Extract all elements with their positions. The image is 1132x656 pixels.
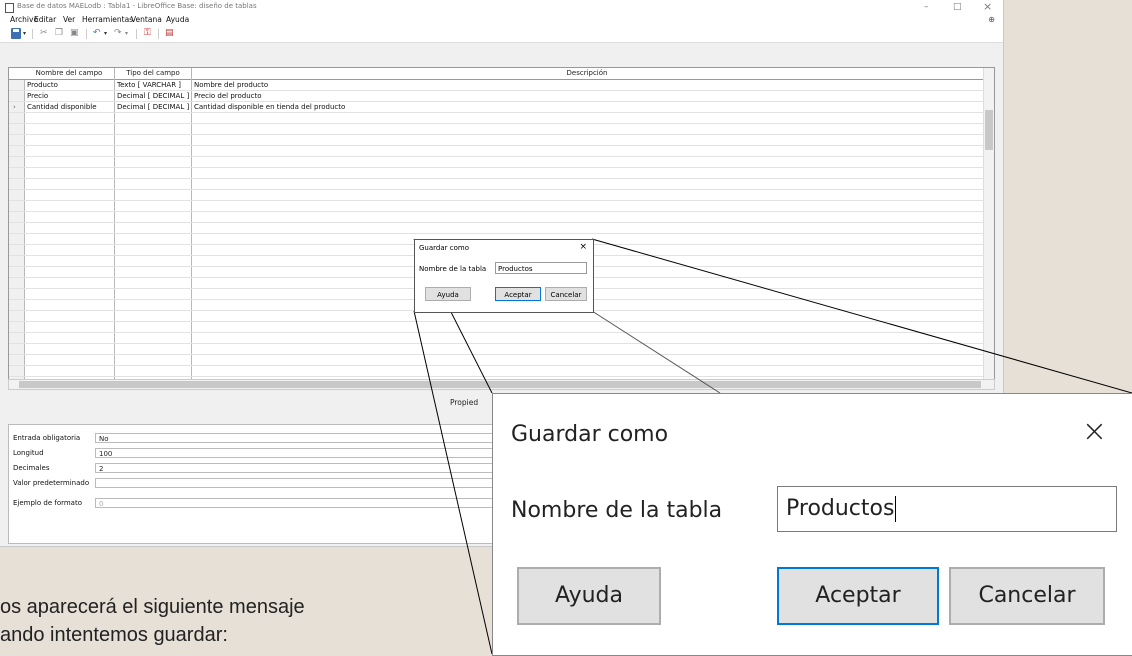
cancel-button[interactable]: Cancelar xyxy=(949,567,1105,625)
save-as-dialog-zoomed: Guardar como × Nombre de la tabla Produc… xyxy=(492,393,1132,656)
dialog-title: Guardar como xyxy=(419,244,469,252)
table-name-label: Nombre de la tabla xyxy=(511,498,723,523)
table-name-value: Productos xyxy=(786,496,895,521)
accept-button[interactable]: Aceptar xyxy=(777,567,939,625)
dialog-title: Guardar como xyxy=(511,422,669,447)
table-name-label: Nombre de la tabla xyxy=(419,265,487,273)
table-name-input[interactable]: Productos xyxy=(495,262,587,274)
table-name-input[interactable]: Productos xyxy=(777,486,1117,532)
cancel-button[interactable]: Cancelar xyxy=(545,287,587,301)
close-icon[interactable]: × xyxy=(1082,414,1107,449)
save-as-dialog-small: Guardar como × Nombre de la tabla Produc… xyxy=(414,239,594,313)
help-button[interactable]: Ayuda xyxy=(425,287,471,301)
caption-line-1: os aparecerá el siguiente mensaje xyxy=(0,596,305,618)
help-button[interactable]: Ayuda xyxy=(517,567,661,625)
accept-button[interactable]: Aceptar xyxy=(495,287,541,301)
caption-text: os aparecerá el siguiente mensaje ando i… xyxy=(0,593,305,649)
close-icon[interactable]: × xyxy=(579,242,587,252)
caption-line-2: ando intentemos guardar: xyxy=(0,624,228,646)
